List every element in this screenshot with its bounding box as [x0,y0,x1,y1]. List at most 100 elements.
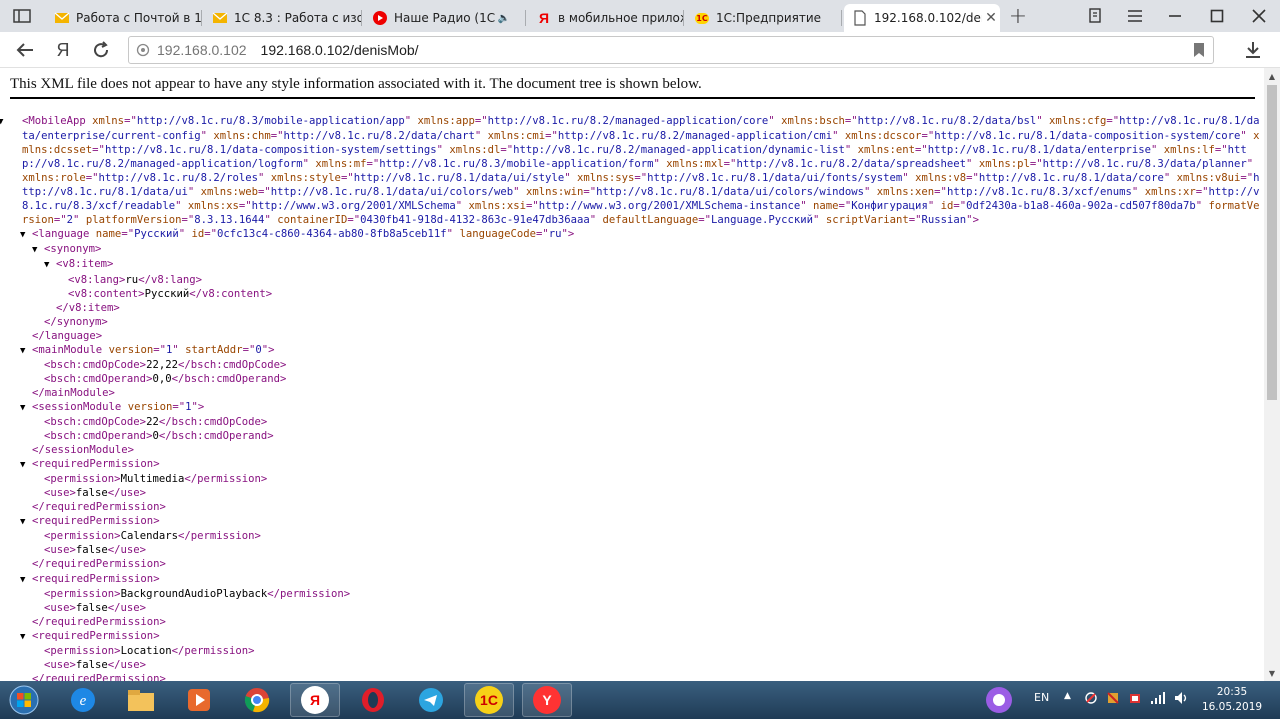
yandex-icon[interactable]: Y [522,683,572,717]
yandex-logo-icon[interactable]: Я [50,38,76,62]
collapse-triangle-icon[interactable]: ▼ [20,344,32,358]
system-clock[interactable]: 20:35 16.05.2019 [1192,685,1272,715]
xml-text: Location [120,644,172,657]
collapse-triangle-icon[interactable]: ▼ [20,458,32,472]
show-hidden-icons-icon[interactable]: ▲ [1064,691,1071,701]
tab-5[interactable]: 1С 1С:Предприятие [686,4,842,32]
xml-attr-value: http://v8.1c.ru/8.1/data/ui/style [353,172,565,185]
ie-icon[interactable]: e [58,683,108,717]
xml-punct: " [264,214,271,227]
explorer-icon[interactable] [116,683,166,717]
xml-attr-value: http://v8.1c.ru/8.3/mobile-application/f… [379,158,654,171]
scrollbar-thumb[interactable] [1267,85,1277,400]
telegram-icon[interactable] [406,683,456,717]
tab-4[interactable]: Яв мобильное прилож [528,4,684,32]
opera-icon[interactable] [348,683,398,717]
back-arrow-icon[interactable] [12,38,38,62]
menu-hamburger-icon[interactable] [1118,4,1152,28]
xml-line: ▼ <requiredPermission> [10,457,1260,472]
yandex-browser-icon[interactable]: Я [290,683,340,717]
xml-attr-value: http://v8.1c.ru/8.2/data/chart [283,130,475,143]
xml-line: </requiredPermission> [10,557,1260,571]
xml-tag: <MobileApp [22,115,86,127]
tray-security-icon[interactable] [1128,691,1142,708]
xml-punct: =" [366,158,380,171]
collapse-triangle-icon[interactable]: ▼ [44,258,56,272]
xml-tag: </bsch:cmdOperand> [171,372,287,385]
xml-tag: </permission> [267,587,351,600]
tab-close-icon[interactable]: ✕ [982,10,1000,26]
collapse-triangle-icon[interactable]: ▼ [20,573,32,587]
youtube-icon [372,10,388,26]
xml-punct: " [902,172,909,185]
start-button-icon[interactable] [4,683,44,717]
audio-playing-icon[interactable]: 🔈 [498,13,510,24]
xml-punct: =" [583,186,597,199]
reload-icon[interactable] [88,38,114,62]
xml-attr-name: xmlns:pl [978,158,1030,171]
tray-app-icon[interactable] [1084,691,1098,708]
address-url[interactable]: 192.168.0.102/denisMob/ [261,42,419,58]
xml-attr-value: 0cfc13c4-c860-4364-ab80-8fb8a5ceb11f [217,228,447,241]
chrome-icon[interactable] [232,683,282,717]
maximize-icon[interactable] [1200,4,1234,28]
xml-punct: =" [966,172,979,185]
media-player-icon[interactable] [174,683,224,717]
xml-tag: > [972,214,979,227]
minimize-icon[interactable] [1158,4,1192,28]
collapse-triangle-icon[interactable]: ▼ [32,243,44,257]
window-close-icon[interactable] [1242,4,1276,28]
input-language[interactable]: EN [1034,691,1049,704]
tab-3[interactable]: Наше Радио (1С 🔈 [364,4,526,32]
xml-attr-name: version [127,400,173,413]
xml-text: false [75,544,108,557]
collections-icon[interactable] [1078,4,1112,28]
xml-punct: =" [474,115,488,127]
xml-attr-name: xmlns:xsi [468,200,526,213]
collapse-triangle-icon[interactable]: ▼ [20,515,32,529]
tab-1[interactable]: Работа с Почтой в 1С [46,4,202,32]
xml-attr-value: http://www.w3.org/2001/XMLSchema-instanc… [538,200,801,213]
tab-2[interactable]: 1С 8.3 : Работа с изоб [204,4,362,32]
alice-assistant-icon[interactable] [984,685,1014,718]
xml-tag: > [567,228,575,241]
onec-icon: 1С [694,10,710,26]
downloads-icon[interactable] [1240,38,1266,62]
address-bar[interactable]: 192.168.0.102 192.168.0.102/denisMob/ [128,36,1214,64]
tab-list-icon[interactable] [12,6,32,26]
collapse-triangle-icon[interactable]: ▼ [0,115,22,129]
svg-text:e: e [80,693,87,709]
tray-network-icon[interactable] [1106,691,1120,708]
scroll-down-arrow-icon[interactable]: ▼ [1264,665,1280,681]
xml-punct: =" [915,144,928,157]
signal-strength-icon[interactable] [1150,691,1166,708]
bookmark-icon[interactable] [1193,42,1205,62]
xml-attr-value: http://www.w3.org/2001/XMLSchema [251,200,456,213]
collapse-triangle-icon[interactable]: ▼ [20,630,32,644]
site-info-icon[interactable] [129,43,157,57]
xml-line: <use>false</use> [10,486,1260,500]
xml-info-message: This XML file does not appear to have an… [10,76,1255,99]
xml-punct: =" [908,214,922,227]
xml-text: 0,0 [152,372,172,385]
tab-6[interactable]: 192.168.0.102/denis✕ [844,4,1000,32]
xml-tag: <bsch:cmdOpCode [44,415,140,428]
collapse-triangle-icon[interactable]: ▼ [20,401,32,415]
collapse-triangle-icon[interactable]: ▼ [20,228,32,242]
xml-attr-name: xmlns:mf [315,158,367,171]
scroll-up-arrow-icon[interactable]: ▲ [1264,68,1280,84]
page-content: This XML file does not appear to have an… [0,68,1264,681]
tab-separator [525,10,526,26]
new-tab-plus-icon[interactable]: + [1008,4,1028,29]
xml-attr-name: startAddr [185,343,243,356]
xml-tag: <permission [44,587,115,600]
vertical-scrollbar[interactable]: ▲ ▼ [1264,68,1280,681]
xml-punct: =" [124,115,137,127]
onec-icon[interactable]: 1С [464,683,514,717]
xml-punct: =" [838,200,852,213]
xml-punct: " [404,115,412,127]
xml-punct: =" [634,172,648,185]
volume-icon[interactable] [1174,691,1190,708]
xml-line: </sessionModule> [10,443,1260,457]
tab-separator [683,10,684,26]
